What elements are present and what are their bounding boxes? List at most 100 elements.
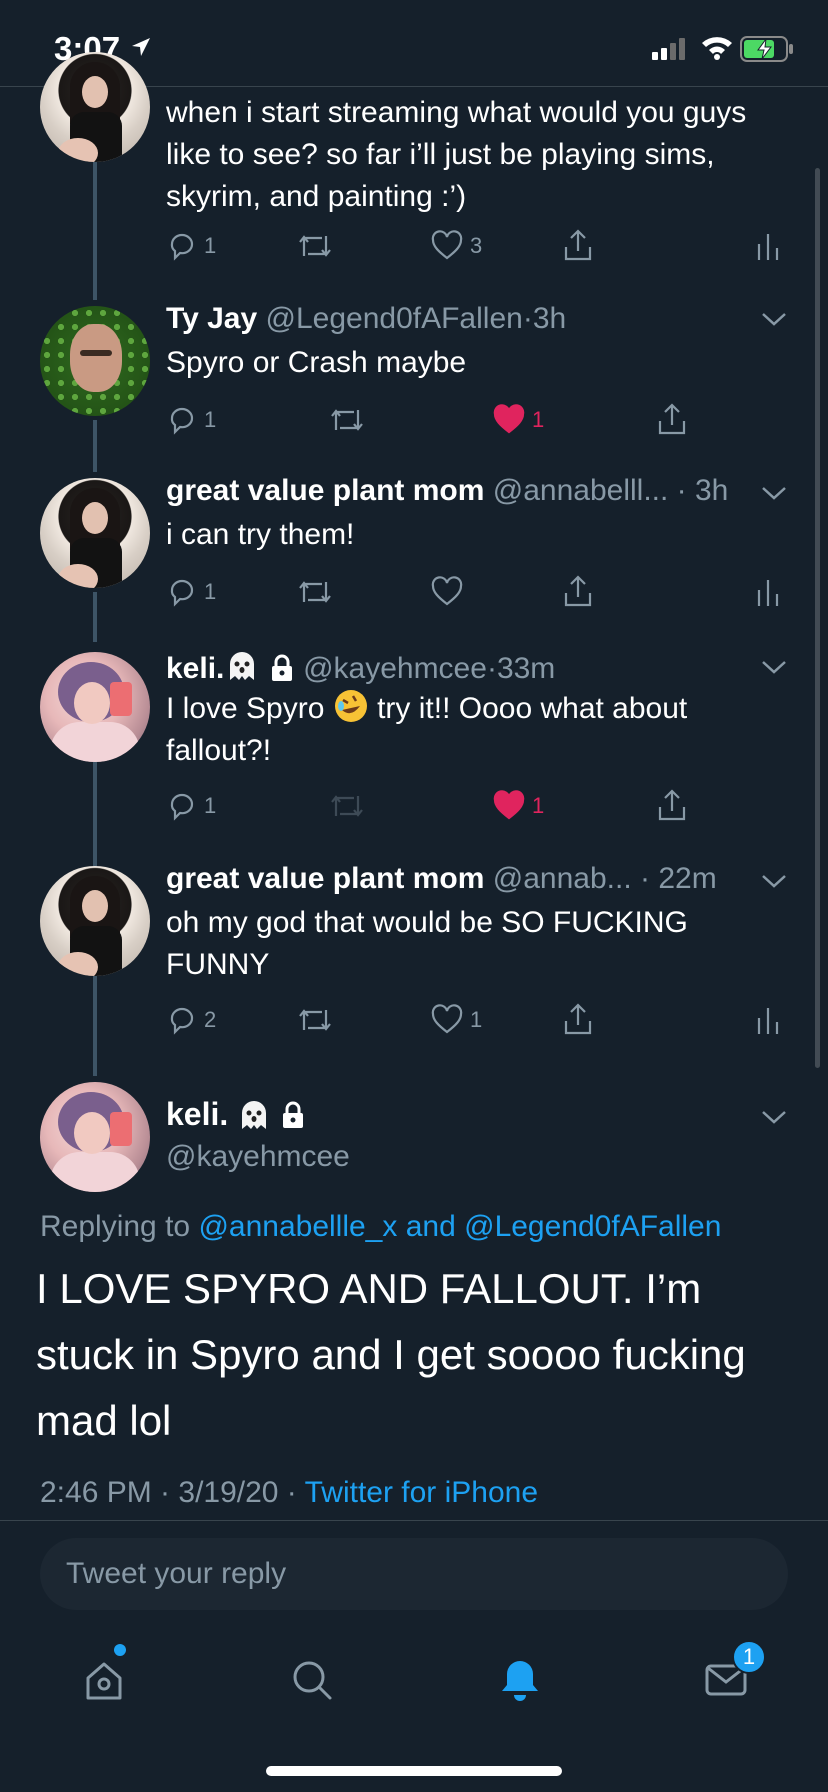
main-tweet-text: I LOVE SPYRO AND FALLOUT. I’m stuck in S… (36, 1265, 746, 1444)
home-indicator[interactable] (266, 1766, 562, 1776)
avatar[interactable] (40, 866, 150, 976)
separator: · (668, 474, 695, 507)
reply-input[interactable]: Tweet your reply (40, 1538, 788, 1610)
user-name[interactable]: keli. (166, 652, 224, 685)
user-handle[interactable]: @annab... (493, 862, 632, 895)
thread-line (93, 420, 97, 472)
user-name[interactable]: great value plant mom (166, 862, 484, 895)
share-button[interactable] (562, 226, 594, 266)
like-button[interactable]: 1 (430, 1000, 482, 1040)
like-count: 1 (470, 1007, 483, 1032)
share-icon (564, 229, 592, 261)
share-button[interactable] (656, 400, 688, 440)
reply-button[interactable]: 1 (166, 786, 216, 826)
share-button[interactable] (656, 786, 688, 826)
analytics-button[interactable] (756, 1000, 780, 1040)
user-handle[interactable]: @kayehmcee (303, 652, 487, 685)
tweet-actions: 1 1 (166, 400, 786, 440)
like-button[interactable]: 1 (492, 786, 544, 826)
share-button[interactable] (562, 1000, 594, 1040)
tweet-time: 22m (658, 862, 717, 895)
like-button[interactable] (430, 572, 464, 612)
reply-button[interactable]: 1 (166, 572, 216, 612)
share-icon (658, 403, 686, 435)
like-button[interactable]: 3 (430, 226, 482, 266)
tweet-5[interactable]: great value plant mom @annab... · 22m oh… (166, 862, 788, 986)
tweet-text-part: I love Spyro (166, 692, 333, 725)
tab-home[interactable] (74, 1650, 134, 1710)
reply-icon (170, 793, 194, 821)
user-handle[interactable]: @Legend0fAFallen (266, 302, 523, 335)
tweet-3[interactable]: great value plant mom @annabelll... · 3h… (166, 474, 788, 556)
tweet-text: i can try them! (166, 518, 355, 551)
like-count: 3 (470, 233, 483, 258)
retweet-button[interactable] (328, 400, 366, 440)
rofl-emoji-icon (334, 690, 367, 722)
avatar[interactable] (40, 52, 150, 162)
tweet-meta: keli. @kayehmcee·33m (166, 648, 788, 686)
tweet-source-link[interactable]: Twitter for iPhone (305, 1476, 538, 1509)
tab-notifications[interactable] (490, 1650, 550, 1710)
chevron-down-icon[interactable] (760, 1108, 788, 1126)
reply-button[interactable]: 1 (166, 226, 216, 266)
reply-user-link[interactable]: @annabellle_x (198, 1210, 397, 1243)
user-handle[interactable]: @kayehmcee (166, 1140, 350, 1174)
retweet-button[interactable] (296, 572, 334, 612)
tweet-time: 33m (496, 652, 556, 685)
lock-icon (283, 1101, 304, 1128)
user-name[interactable]: great value plant mom (166, 474, 484, 507)
tweet-2[interactable]: Ty Jay @Legend0fAFallen·3h Spyro or Cras… (166, 302, 788, 384)
avatar[interactable] (40, 306, 150, 416)
reply-user-link[interactable]: @Legend0fAFallen (464, 1210, 721, 1243)
analytics-button[interactable] (756, 226, 780, 266)
share-button[interactable] (562, 572, 594, 612)
share-icon (564, 575, 592, 607)
tab-search[interactable] (282, 1650, 342, 1710)
reply-button[interactable]: 2 (166, 1000, 216, 1040)
home-new-dot (114, 1644, 126, 1656)
like-button[interactable]: 1 (492, 400, 544, 440)
chevron-down-icon[interactable] (760, 484, 788, 502)
share-icon (564, 1003, 592, 1035)
analytics-button[interactable] (756, 572, 780, 612)
scrollbar[interactable] (815, 168, 820, 1068)
user-name[interactable]: Ty Jay (166, 302, 257, 335)
like-icon (431, 1004, 463, 1034)
avatar[interactable] (40, 1082, 150, 1192)
chevron-down-icon[interactable] (760, 872, 788, 890)
reply-button[interactable]: 1 (166, 400, 216, 440)
reply-and[interactable]: and (397, 1210, 464, 1243)
location-arrow-icon (132, 38, 150, 56)
chevron-down-icon[interactable] (760, 658, 788, 676)
tweet-1[interactable]: when i start streaming what would you gu… (166, 90, 788, 218)
tweet-actions: 1 (166, 572, 786, 612)
reply-count: 1 (204, 793, 217, 818)
tweet-text: Spyro or Crash maybe (166, 346, 467, 379)
battery-charging-icon (740, 36, 793, 62)
analytics-icon (757, 1008, 779, 1034)
reply-icon (170, 579, 194, 607)
tweet-4[interactable]: keli. @kayehmcee·33m I love Spyro try it… (166, 648, 788, 772)
user-handle[interactable]: @annabelll... (493, 474, 669, 507)
ghost-emoji-icon (230, 652, 255, 680)
reply-count: 1 (204, 233, 217, 258)
analytics-icon (757, 580, 779, 606)
share-icon (658, 789, 686, 821)
reply-placeholder: Tweet your reply (66, 1557, 287, 1590)
reply-icon (170, 407, 194, 435)
chevron-down-icon[interactable] (760, 310, 788, 328)
main-tweet-user[interactable]: keli. (166, 1096, 306, 1133)
separator: · (486, 652, 497, 685)
separator: · (522, 302, 533, 335)
tweet-text: oh my god that would be SO FUCKING FUNNY (166, 906, 688, 981)
retweet-button[interactable] (296, 226, 334, 266)
tweet-meta: Ty Jay @Legend0fAFallen·3h (166, 302, 788, 340)
tweet-actions: 1 1 (166, 786, 786, 826)
tweet-timestamp: 2:46 PM · 3/19/20 · Twitter for iPhone (40, 1476, 538, 1510)
ghost-emoji-icon (242, 1100, 267, 1129)
wifi-icon (702, 37, 732, 60)
avatar[interactable] (40, 652, 150, 762)
retweet-button[interactable] (296, 1000, 334, 1040)
user-name[interactable]: keli. (166, 1096, 228, 1133)
avatar[interactable] (40, 478, 150, 588)
